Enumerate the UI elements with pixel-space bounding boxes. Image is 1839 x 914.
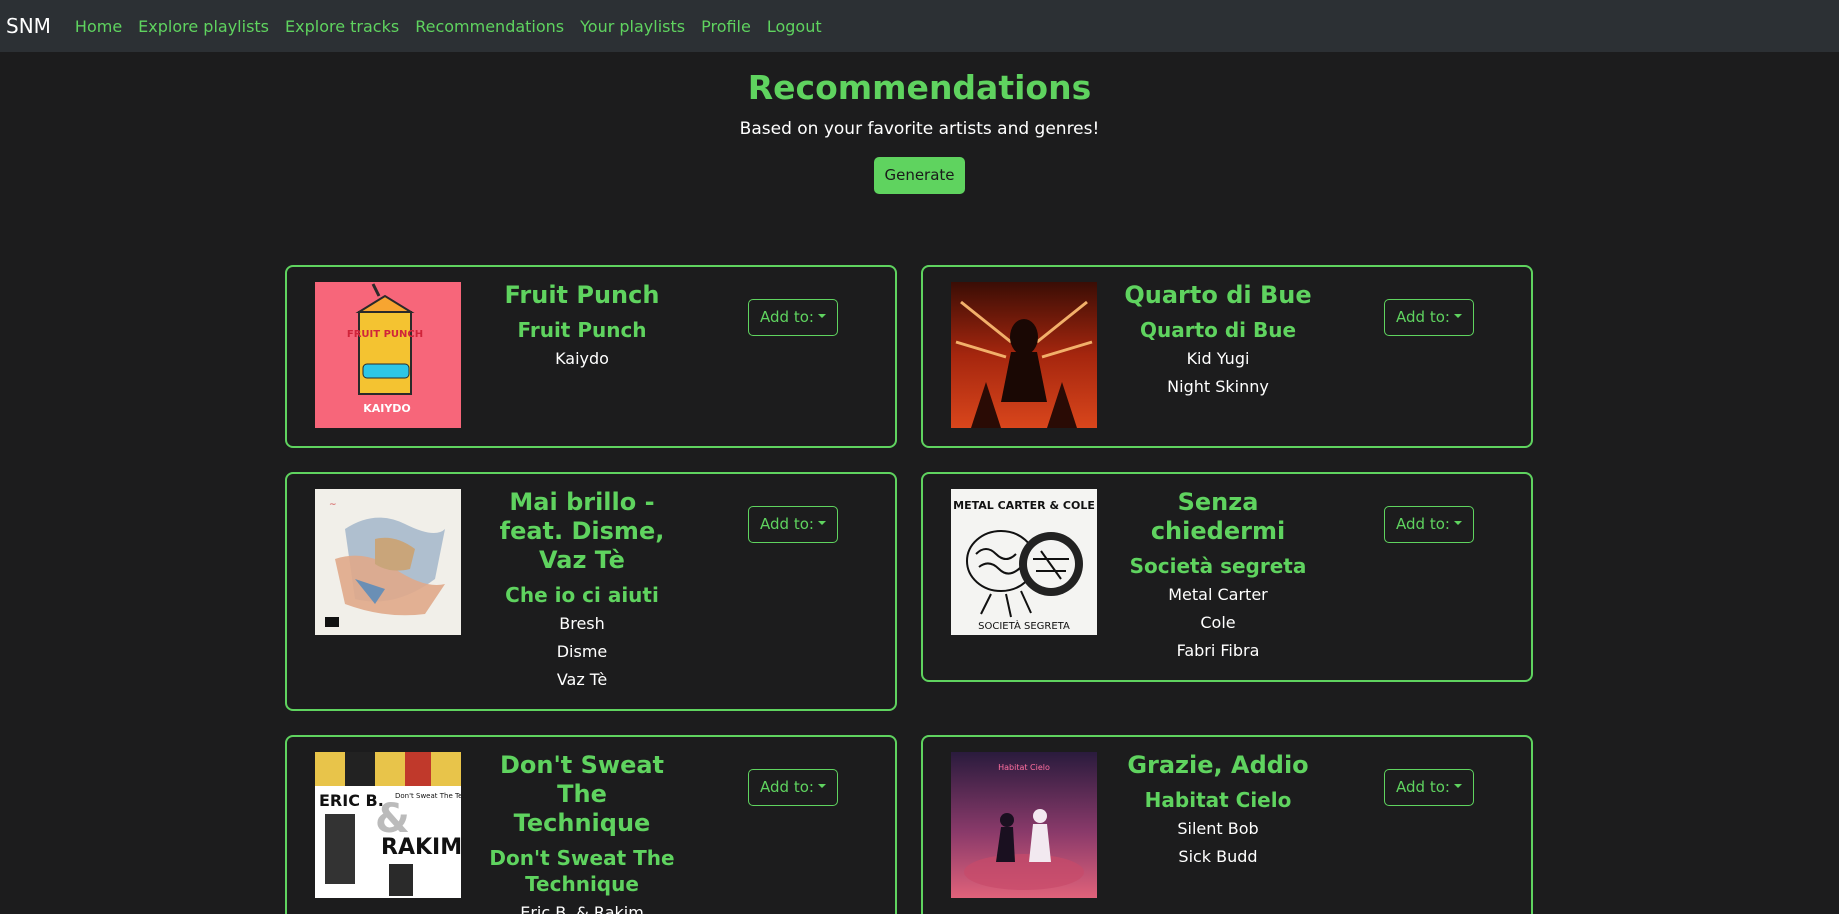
track-card: Quarto di Bue Quarto di Bue Kid Yugi Nig… <box>921 265 1533 448</box>
track-title[interactable]: Fruit Punch <box>487 281 677 310</box>
add-to-label: Add to: <box>1396 778 1450 796</box>
caret-down-icon <box>1453 783 1462 788</box>
page-title: Recommendations <box>747 68 1092 107</box>
add-to-label: Add to: <box>760 308 814 326</box>
album-title[interactable]: Società segreta <box>1123 553 1313 579</box>
artist-list: Bresh Disme Vaz Tè <box>487 610 677 694</box>
add-to-playlist-dropdown[interactable]: Add to: <box>748 299 838 336</box>
brand-logo[interactable]: SNM <box>6 14 51 38</box>
add-to-playlist-dropdown[interactable]: Add to: <box>748 769 838 806</box>
nav-home[interactable]: Home <box>75 17 122 36</box>
nav-logout[interactable]: Logout <box>767 17 822 36</box>
album-title[interactable]: Don't Sweat The Technique <box>487 845 677 897</box>
caret-down-icon <box>817 783 826 788</box>
artist-list: Kid Yugi Night Skinny <box>1123 345 1313 401</box>
cover-logo: Habitat Cielo <box>998 763 1050 772</box>
add-to-playlist-dropdown[interactable]: Add to: <box>1384 299 1474 336</box>
cover-band: METAL CARTER & COLE <box>953 499 1095 512</box>
generate-button[interactable]: Generate <box>874 157 965 194</box>
artist-name[interactable]: Bresh <box>487 610 677 638</box>
track-info: Fruit Punch Fruit Punch Kaiydo <box>487 281 677 373</box>
cover-subtitle: SOCIETÀ SEGRETA <box>978 619 1070 632</box>
svg-text:~: ~ <box>329 500 337 510</box>
nav-profile[interactable]: Profile <box>701 17 751 36</box>
album-cover: ERIC B. & RAKIM Don't Sweat The Techniqu… <box>315 752 461 898</box>
album-cover: Habitat Cielo <box>951 752 1097 898</box>
artist-name[interactable]: Metal Carter <box>1123 581 1313 609</box>
add-to-label: Add to: <box>1396 515 1450 533</box>
artist-name[interactable]: Fabri Fibra <box>1123 637 1313 665</box>
recommendations-header: Recommendations Based on your favorite a… <box>0 68 1839 194</box>
caret-down-icon <box>1453 520 1462 525</box>
add-to-label: Add to: <box>1396 308 1450 326</box>
track-card: ERIC B. & RAKIM Don't Sweat The Techniqu… <box>285 735 897 914</box>
caret-down-icon <box>1453 313 1462 318</box>
track-title[interactable]: Senza chiedermi <box>1123 488 1313 546</box>
artist-name[interactable]: Kaiydo <box>487 345 677 373</box>
nav-explore-playlists[interactable]: Explore playlists <box>138 17 269 36</box>
artist-name[interactable]: Vaz Tè <box>487 666 677 694</box>
artist-name[interactable]: Night Skinny <box>1123 373 1313 401</box>
album-cover: FRUIT PUNCH KAIYDO <box>315 282 461 428</box>
add-to-playlist-dropdown[interactable]: Add to: <box>1384 769 1474 806</box>
add-to-label: Add to: <box>760 515 814 533</box>
cover-line2: RAKIM <box>381 835 461 860</box>
artist-list: Eric B. & Rakim <box>487 899 677 914</box>
cover-side: Don't Sweat The Technique <box>395 792 461 800</box>
track-title[interactable]: Don't Sweat The Technique <box>487 751 677 838</box>
artist-name[interactable]: Eric B. & Rakim <box>487 899 677 914</box>
track-info: Senza chiedermi Società segreta Metal Ca… <box>1123 488 1313 665</box>
track-info: Mai brillo - feat. Disme, Vaz Tè Che io … <box>487 488 677 694</box>
add-to-label: Add to: <box>760 778 814 796</box>
cover-signature: KAIYDO <box>363 402 411 415</box>
artist-name[interactable]: Disme <box>487 638 677 666</box>
artist-name[interactable]: Sick Budd <box>1123 843 1313 871</box>
album-title[interactable]: Che io ci aiuti <box>487 582 677 608</box>
track-title[interactable]: Grazie, Addio <box>1123 751 1313 780</box>
album-cover: ~ <box>315 489 461 635</box>
track-card: Habitat Cielo Grazie, Addio Habitat Ciel… <box>921 735 1533 914</box>
cover-brand: FRUIT PUNCH <box>347 329 423 340</box>
track-card: METAL CARTER & COLE SOCIETÀ SEGRETA Senz… <box>921 472 1533 682</box>
track-info: Quarto di Bue Quarto di Bue Kid Yugi Nig… <box>1123 281 1313 401</box>
nav-recommendations[interactable]: Recommendations <box>415 17 564 36</box>
track-info: Grazie, Addio Habitat Cielo Silent Bob S… <box>1123 751 1313 871</box>
track-title[interactable]: Quarto di Bue <box>1123 281 1313 310</box>
artist-list: Kaiydo <box>487 345 677 373</box>
nav-explore-tracks[interactable]: Explore tracks <box>285 17 399 36</box>
album-cover: METAL CARTER & COLE SOCIETÀ SEGRETA <box>951 489 1097 635</box>
album-title[interactable]: Habitat Cielo <box>1123 787 1313 813</box>
track-card: FRUIT PUNCH KAIYDO Fruit Punch Fruit Pun… <box>285 265 897 448</box>
caret-down-icon <box>817 313 826 318</box>
add-to-playlist-dropdown[interactable]: Add to: <box>1384 506 1474 543</box>
page-subtitle: Based on your favorite artists and genre… <box>739 119 1100 139</box>
artist-name[interactable]: Cole <box>1123 609 1313 637</box>
track-title[interactable]: Mai brillo - feat. Disme, Vaz Tè <box>487 488 677 575</box>
navbar: SNM Home Explore playlists Explore track… <box>0 0 1839 52</box>
add-to-playlist-dropdown[interactable]: Add to: <box>748 506 838 543</box>
caret-down-icon <box>817 520 826 525</box>
artist-name[interactable]: Kid Yugi <box>1123 345 1313 373</box>
track-card: ~ Mai brillo - feat. Disme, Vaz Tè Che i… <box>285 472 897 711</box>
artist-name[interactable]: Silent Bob <box>1123 815 1313 843</box>
nav-your-playlists[interactable]: Your playlists <box>580 17 685 36</box>
album-cover <box>951 282 1097 428</box>
track-info: Don't Sweat The Technique Don't Sweat Th… <box>487 751 677 914</box>
artist-list: Silent Bob Sick Budd <box>1123 815 1313 871</box>
artist-list: Metal Carter Cole Fabri Fibra <box>1123 581 1313 665</box>
album-title[interactable]: Fruit Punch <box>487 317 677 343</box>
album-title[interactable]: Quarto di Bue <box>1123 317 1313 343</box>
